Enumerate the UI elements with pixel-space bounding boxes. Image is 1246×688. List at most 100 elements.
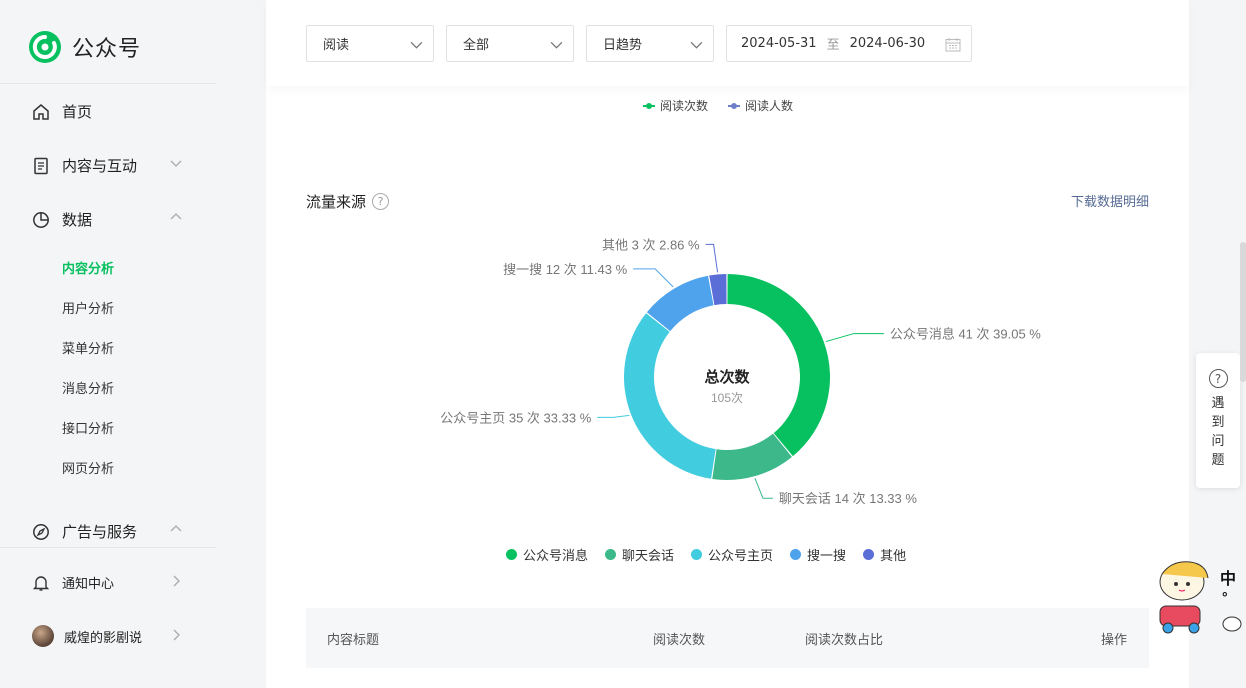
chevron-right-icon: [173, 629, 180, 641]
account-menu[interactable]: 威煌的影剧说: [32, 625, 182, 647]
legend-dot: [691, 549, 703, 560]
notification-label: 通知中心: [62, 577, 115, 592]
legend-marker: [643, 102, 655, 109]
date-from: 2024-05-31: [741, 36, 817, 51]
traffic-source-title: 流量来源 ?: [306, 191, 390, 212]
column-header-read-share: 阅读次数占比: [805, 633, 884, 648]
table-header: 内容标题 阅读次数 阅读次数占比 操作: [306, 608, 1149, 668]
help-floating-button[interactable]: ? 遇到问题: [1196, 353, 1240, 488]
sidebar-item-label: 广告与服务: [62, 523, 138, 541]
metric-select[interactable]: 阅读: [306, 25, 434, 62]
date-range-picker[interactable]: 2024-05-31 至 2024-06-30: [726, 25, 972, 62]
leader-line-3: [633, 268, 674, 288]
legend-item-2[interactable]: 公众号主页: [691, 545, 773, 564]
sidebar-sub-web-analysis[interactable]: 网页分析: [62, 458, 114, 477]
trend-select[interactable]: 日趋势: [586, 25, 714, 62]
chevron-up-icon: [170, 525, 182, 532]
trend-select-value: 日趋势: [603, 38, 643, 53]
help-icon[interactable]: ?: [372, 193, 390, 210]
slice-label-3: 搜一搜 12 次 11.43 %: [503, 262, 627, 277]
chevron-up-icon: [170, 213, 182, 220]
trend-legend: 阅读次数 阅读人数: [643, 97, 813, 114]
sidebar-item-label: 数据: [62, 211, 93, 229]
legend-dot: [605, 549, 617, 560]
legend-dot: [863, 549, 875, 560]
legend-item-readers[interactable]: 阅读人数: [728, 97, 793, 114]
column-header-reads: 阅读次数: [653, 633, 706, 648]
legend-item-3[interactable]: 搜一搜: [790, 545, 846, 564]
metric-select-value: 阅读: [323, 38, 350, 53]
filter-bar: 阅读 全部 日趋势 2024-05-31 至 2024-06-30: [266, 0, 1189, 86]
legend-dot: [790, 549, 802, 560]
sidebar-item-content[interactable]: 内容与互动: [32, 155, 182, 176]
compass-icon: [33, 523, 49, 540]
legend-item-4[interactable]: 其他: [863, 545, 906, 564]
scrollbar[interactable]: [1240, 242, 1246, 382]
column-header-title: 内容标题: [327, 633, 380, 648]
leader-line-0: [825, 333, 884, 343]
sidebar-item-ads[interactable]: 广告与服务: [32, 521, 182, 542]
slice-label-0: 公众号消息 41 次 39.05 %: [890, 327, 1041, 342]
sidebar-item-label: 内容与互动: [62, 157, 138, 175]
leader-line-1: [754, 478, 773, 499]
wechat-mp-logo-icon: [29, 31, 61, 63]
legend-label: 聊天会话: [622, 549, 675, 564]
mascot-text: 中: [1220, 569, 1236, 588]
legend-dot: [506, 549, 517, 560]
chart-legend: 公众号消息 聊天会话 公众号主页 搜一搜 其他: [506, 545, 923, 564]
sidebar-item-label: 首页: [62, 103, 93, 121]
document-icon: [34, 157, 48, 174]
sidebar-sub-api-analysis[interactable]: 接口分析: [62, 418, 114, 437]
divider: [0, 547, 216, 548]
donut-slice-2[interactable]: [623, 313, 716, 479]
slice-label-2: 公众号主页 35 次 33.33 %: [440, 410, 591, 425]
date-separator: 至: [826, 38, 840, 53]
legend-label: 搜一搜: [807, 549, 847, 564]
legend-label: 公众号消息: [523, 549, 589, 564]
bell-icon: [32, 575, 50, 591]
section-title-text: 流量来源: [306, 193, 367, 211]
date-to: 2024-06-30: [849, 36, 926, 51]
legend-item-0[interactable]: 公众号消息: [506, 545, 588, 564]
slice-label-4: 其他 3 次 2.86 %: [602, 237, 700, 252]
chevron-down-icon: [410, 41, 423, 49]
avatar: [32, 625, 54, 647]
legend-label: 公众号主页: [708, 549, 774, 564]
legend-item-reads[interactable]: 阅读次数: [643, 97, 708, 114]
chevron-down-icon: [170, 160, 182, 167]
sidebar-item-home[interactable]: 首页: [32, 101, 182, 122]
traffic-donut-chart: 公众号消息 41 次 39.05 % 聊天会话 14 次 13.33 % 公众号主页…: [440, 237, 1041, 506]
sidebar-sub-content-analysis[interactable]: 内容分析: [62, 258, 114, 277]
download-details-link[interactable]: 下载数据明细: [1071, 191, 1149, 210]
sidebar-sub-message-analysis[interactable]: 消息分析: [62, 378, 114, 397]
account-name: 威煌的影剧说: [64, 630, 143, 646]
question-icon: ?: [1208, 369, 1228, 388]
sidebar-sub-menu-analysis[interactable]: 菜单分析: [62, 338, 114, 357]
legend-label: 阅读人数: [745, 99, 794, 113]
logo[interactable]: 公众号: [28, 30, 141, 64]
column-header-actions: 操作: [1101, 633, 1128, 648]
calendar-icon: [945, 38, 961, 52]
mascot-text-2: °: [1222, 589, 1228, 605]
slice-label-1: 聊天会话 14 次 13.33 %: [779, 491, 917, 506]
chevron-down-icon: [550, 41, 563, 49]
divider: [0, 83, 216, 84]
sidebar-sub-user-analysis[interactable]: 用户分析: [62, 298, 114, 317]
donut-slice-0[interactable]: [727, 274, 830, 457]
sidebar-item-data[interactable]: 数据: [32, 209, 182, 230]
chevron-right-icon: [173, 575, 180, 587]
legend-item-1[interactable]: 聊天会话: [605, 545, 674, 564]
scope-select[interactable]: 全部: [446, 25, 574, 62]
chevron-down-icon: [690, 41, 703, 49]
notification-center[interactable]: 通知中心: [32, 573, 182, 592]
legend-label: 阅读次数: [660, 99, 709, 113]
leader-line-2: [597, 414, 630, 418]
legend-label: 其他: [880, 549, 907, 564]
main-content: 阅读 全部 日趋势 2024-05-31 至 2024-06-30 阅读次数 阅…: [266, 0, 1189, 688]
app-title: 公众号: [72, 37, 142, 62]
pie-chart-icon: [33, 211, 49, 228]
home-icon: [33, 103, 49, 120]
sidebar: 公众号 首页 内容与互动 数据 内容分析 用户分析 菜单分析 消息分析 接口分析…: [0, 0, 216, 688]
mascot-illustration[interactable]: 中 °: [1150, 556, 1246, 640]
chart-center-value: 105次: [711, 391, 743, 405]
